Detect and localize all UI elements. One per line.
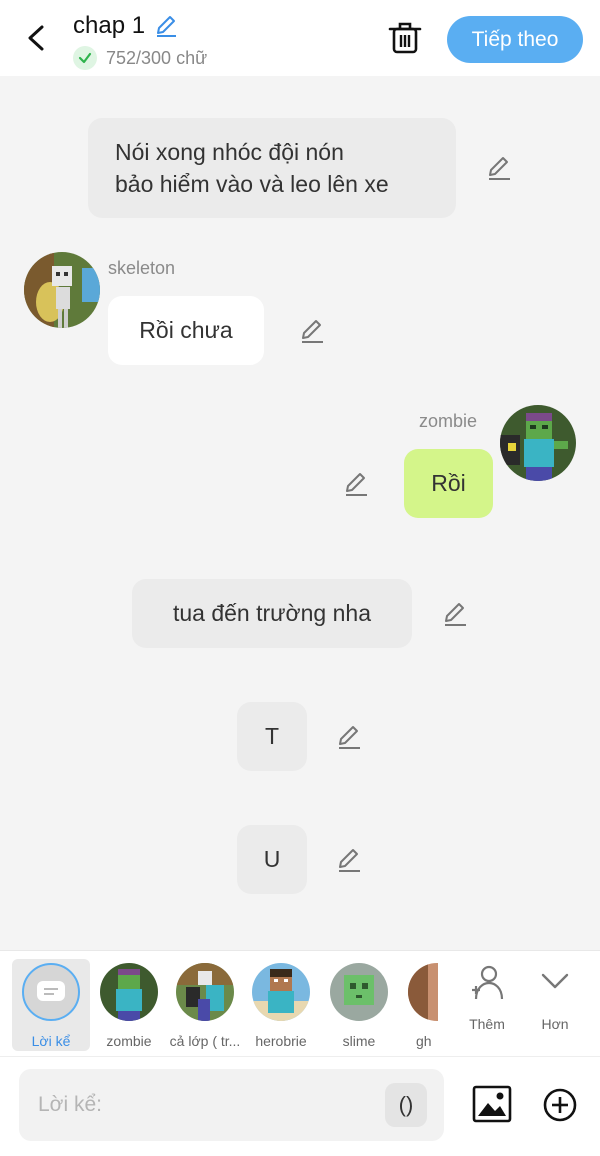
- narration-message[interactable]: U: [237, 825, 307, 894]
- narration-message[interactable]: Nói xong nhóc đội nón bảo hiểm vào và le…: [88, 118, 456, 218]
- message-input[interactable]: Lời kể: (): [19, 1069, 444, 1141]
- slime-thumb: [330, 963, 388, 1021]
- speaker-name: skeleton: [108, 258, 176, 278]
- character-label: cả lớp ( tr...: [169, 1033, 241, 1049]
- character-label: gh: [416, 1033, 432, 1049]
- character-message[interactable]: Rồi chưa: [108, 296, 264, 365]
- character-class[interactable]: cả lớp ( tr...: [166, 959, 244, 1051]
- edit-title-icon[interactable]: [153, 13, 179, 39]
- character-label: Lời kể: [31, 1033, 71, 1049]
- next-button[interactable]: Tiếp theo: [447, 16, 583, 63]
- message-text-line: Nói xong nhóc đội nón: [115, 139, 344, 165]
- edit-message-icon[interactable]: [441, 600, 469, 628]
- edit-message-icon[interactable]: [298, 317, 326, 345]
- zombie-avatar[interactable]: [500, 405, 576, 481]
- narration-avatar: [22, 963, 80, 1021]
- speech-bubble-icon: [37, 981, 65, 1001]
- add-person-icon: [472, 965, 504, 1000]
- narration-message[interactable]: T: [237, 702, 307, 771]
- chapter-title-text: chap 1: [73, 12, 146, 39]
- character-label: zombie: [106, 1033, 152, 1049]
- narration-message[interactable]: tua đến trường nha: [132, 579, 412, 648]
- herobrine-thumb: [252, 963, 310, 1021]
- trash-icon[interactable]: [388, 20, 422, 56]
- parentheses-button[interactable]: (): [385, 1083, 427, 1127]
- character-zombie[interactable]: zombie: [90, 959, 168, 1051]
- collapse-label: Hơn: [541, 1016, 569, 1032]
- top-bar: chap 1 752/300 chữ Tiếp theo: [0, 0, 600, 76]
- class-thumb: [176, 963, 234, 1021]
- word-count-row: 752/300 chữ: [73, 46, 207, 70]
- edit-message-icon[interactable]: [335, 846, 363, 874]
- partial-thumb: [408, 963, 438, 1021]
- edit-message-icon[interactable]: [485, 154, 513, 182]
- chapter-title[interactable]: chap 1: [73, 12, 179, 40]
- character-label: herobrie: [255, 1033, 307, 1049]
- message-text: U: [263, 846, 281, 872]
- character-selector: Lời kể zombie cả lớp ( tr... herobrie sl…: [0, 950, 600, 1056]
- message-text-line: bảo hiểm vào và leo lên xe: [115, 171, 389, 197]
- message-text: Rồi chưa: [139, 317, 233, 343]
- message-text: Rồi: [431, 470, 466, 496]
- message-text: T: [264, 723, 280, 749]
- own-message[interactable]: Rồi: [404, 449, 493, 518]
- skeleton-avatar[interactable]: [24, 252, 100, 328]
- edit-message-icon[interactable]: [342, 470, 370, 498]
- back-arrow-icon[interactable]: [22, 20, 52, 56]
- edit-message-icon[interactable]: [335, 723, 363, 751]
- checkmark-icon: [73, 46, 97, 70]
- character-herobrine[interactable]: herobrie: [242, 959, 320, 1051]
- input-placeholder: Lời kể:: [38, 1093, 102, 1116]
- zombie-thumb: [100, 963, 158, 1021]
- chevron-down-icon: [541, 973, 569, 989]
- speaker-name: zombie: [419, 411, 478, 431]
- composer: Lời kể: (): [0, 1056, 600, 1156]
- add-circle-icon[interactable]: [542, 1087, 578, 1123]
- image-icon[interactable]: [472, 1085, 512, 1123]
- character-partial[interactable]: gh: [398, 959, 438, 1051]
- message-text: tua đến trường nha: [172, 600, 371, 626]
- collapse-button[interactable]: Hơn: [526, 963, 584, 1032]
- add-character-label: Thêm: [469, 1016, 505, 1032]
- word-count: 752/300 chữ: [106, 47, 208, 68]
- character-label: slime: [342, 1033, 376, 1049]
- add-character-button[interactable]: Thêm: [458, 963, 516, 1032]
- character-slime[interactable]: slime: [320, 959, 398, 1051]
- character-narration[interactable]: Lời kể: [12, 959, 90, 1051]
